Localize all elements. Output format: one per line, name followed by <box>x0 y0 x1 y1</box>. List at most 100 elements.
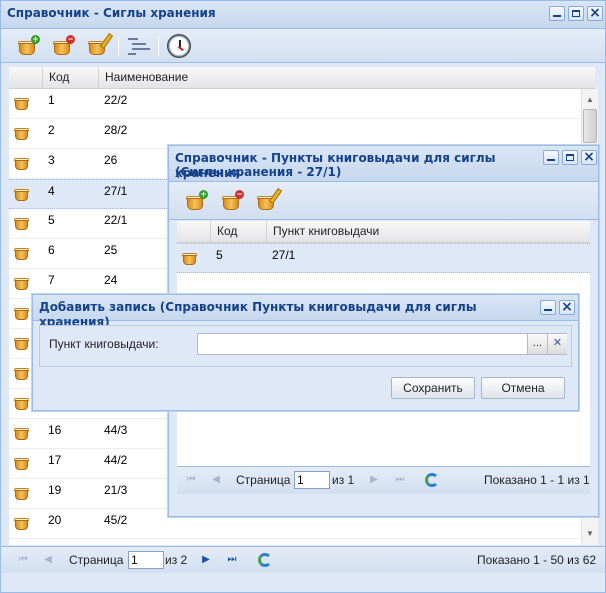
basket-icon <box>13 394 31 412</box>
cell-code: 5 <box>216 248 223 262</box>
add-dialog-form: Пункт книговыдачи: ... ✕ <box>39 325 572 367</box>
save-button[interactable]: Сохранить <box>391 377 475 399</box>
cell-code: 20 <box>48 513 62 527</box>
cell-code: 16 <box>48 423 62 437</box>
column-header-code[interactable]: Код <box>210 221 266 243</box>
clock-icon <box>167 34 191 58</box>
delete-record-button[interactable]: − <box>48 32 76 60</box>
cell-code: 2 <box>48 123 55 137</box>
cell-code: 17 <box>48 453 62 467</box>
points-window-header[interactable]: Справочник - Пункты книговыдачи для сигл… <box>169 146 598 182</box>
add-record-dialog: Добавить запись (Справочник Пункты книго… <box>32 294 579 411</box>
first-page-icon[interactable]: ⏮ <box>15 552 31 568</box>
add-record-button[interactable]: + <box>181 187 209 215</box>
basket-icon <box>13 454 31 472</box>
next-page-icon[interactable]: ▶ <box>198 552 214 568</box>
basket-icon <box>13 514 31 532</box>
basket-icon <box>13 484 31 502</box>
list-view-button[interactable] <box>125 32 153 60</box>
list-icon <box>128 38 150 56</box>
cell-name: 22/2 <box>104 93 128 107</box>
refresh-icon[interactable] <box>423 471 441 489</box>
basket-icon <box>13 214 31 232</box>
maximize-icon[interactable] <box>568 6 584 21</box>
point-field-label: Пункт книговыдачи: <box>49 337 159 351</box>
page-label: Страница <box>236 473 291 487</box>
close-icon[interactable]: × <box>587 5 603 21</box>
edit-record-button[interactable] <box>252 187 283 215</box>
basket-delete-icon: − <box>220 190 244 212</box>
refresh-icon[interactable] <box>256 551 274 569</box>
cell-code: 3 <box>48 153 55 167</box>
point-field[interactable]: ... ✕ <box>197 333 567 355</box>
basket-icon <box>13 424 31 442</box>
points-window-title-line2: (Сиглы хранения - 27/1) <box>175 165 342 179</box>
table-row[interactable]: 5 27/1 <box>177 243 590 273</box>
main-window-header[interactable]: Справочник - Сиглы хранения × <box>1 1 605 29</box>
basket-icon <box>13 304 31 322</box>
main-window-title: Справочник - Сиглы хранения <box>7 6 216 20</box>
minimize-icon[interactable] <box>540 300 556 315</box>
toolbar-separator <box>118 36 119 56</box>
main-grid-header: Код Наименование <box>9 67 595 89</box>
table-row[interactable]: 1 22/2 <box>9 89 581 119</box>
basket-icon <box>13 334 31 352</box>
basket-edit-icon <box>255 188 283 212</box>
basket-icon <box>13 124 31 142</box>
history-button[interactable] <box>165 32 193 60</box>
cell-code: 19 <box>48 483 62 497</box>
basket-add-icon: + <box>16 35 40 57</box>
cell-code: 1 <box>48 93 55 107</box>
prev-page-icon[interactable]: ◀ <box>208 472 224 488</box>
edit-record-button[interactable] <box>83 32 114 60</box>
cell-point: 27/1 <box>272 248 296 262</box>
cell-code: 6 <box>48 243 55 257</box>
page-total: из 2 <box>165 553 188 567</box>
basket-icon <box>13 274 31 292</box>
scroll-down-icon[interactable]: ▼ <box>582 525 598 542</box>
basket-icon <box>13 94 31 112</box>
minimize-icon[interactable] <box>549 6 565 21</box>
toolbar-separator <box>158 36 159 56</box>
basket-icon <box>13 185 31 203</box>
scroll-thumb[interactable] <box>583 109 597 143</box>
page-label: Страница <box>69 553 124 567</box>
cell-code: 4 <box>48 184 55 198</box>
cancel-button[interactable]: Отмена <box>481 377 565 399</box>
clear-trigger-icon[interactable]: ✕ <box>547 334 567 354</box>
maximize-icon[interactable] <box>562 150 578 165</box>
close-icon[interactable]: × <box>581 149 597 165</box>
points-toolbar: + − <box>169 182 598 220</box>
prev-page-icon[interactable]: ◀ <box>40 552 56 568</box>
basket-icon <box>181 249 199 267</box>
cell-code: 5 <box>48 213 55 227</box>
page-number-input[interactable]: 1 <box>128 551 164 569</box>
select-trigger-icon[interactable]: ... <box>527 334 547 354</box>
column-header-name[interactable]: Наименование <box>98 67 578 89</box>
last-page-icon[interactable]: ⏭ <box>392 472 408 488</box>
basket-icon <box>13 154 31 172</box>
add-dialog-header[interactable]: Добавить запись (Справочник Пункты книго… <box>33 295 578 329</box>
minimize-icon[interactable] <box>543 150 559 165</box>
points-grid-header: Код Пункт книговыдачи <box>177 221 590 243</box>
page-number-input[interactable]: 1 <box>294 471 330 489</box>
scroll-up-icon[interactable]: ▲ <box>582 91 598 108</box>
column-header-point[interactable]: Пункт книговыдачи <box>266 221 586 243</box>
paging-summary: Показано 1 - 1 из 1 <box>484 473 590 487</box>
basket-add-icon: + <box>184 190 208 212</box>
page-total: из 1 <box>332 473 355 487</box>
first-page-icon[interactable]: ⏮ <box>183 472 199 488</box>
column-header-code[interactable]: Код <box>42 67 98 89</box>
basket-icon <box>13 364 31 382</box>
last-page-icon[interactable]: ⏭ <box>224 552 240 568</box>
basket-delete-icon: − <box>51 35 75 57</box>
add-record-button[interactable]: + <box>13 32 41 60</box>
points-paging-toolbar: ⏮ ◀ Страница 1 из 1 ▶ ⏭ Показано 1 - 1 и… <box>177 466 590 494</box>
basket-edit-icon <box>86 33 114 57</box>
next-page-icon[interactable]: ▶ <box>366 472 382 488</box>
delete-record-button[interactable]: − <box>217 187 245 215</box>
close-icon[interactable]: × <box>559 299 575 315</box>
paging-summary: Показано 1 - 50 из 62 <box>477 553 597 567</box>
main-paging-toolbar: ⏮ ◀ Страница 1 из 2 ▶ ⏭ Показано 1 - 50 … <box>1 546 605 573</box>
basket-icon <box>13 244 31 262</box>
